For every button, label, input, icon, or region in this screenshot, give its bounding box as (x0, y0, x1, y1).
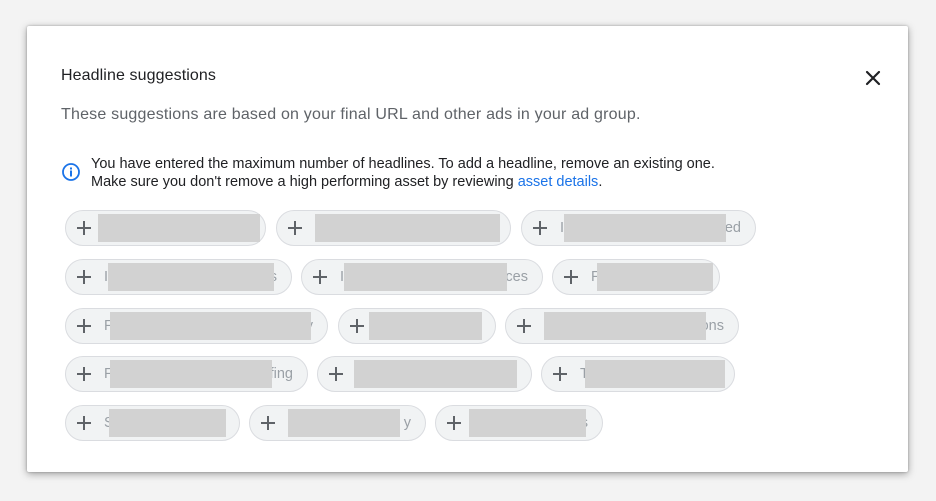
redacted-text (354, 360, 517, 388)
suggestion-chip[interactable] (65, 210, 266, 246)
suggestion-chip[interactable]: ons (505, 308, 739, 344)
info-line-2: Make sure you don't remove a high perfor… (91, 173, 715, 191)
suggestion-chip[interactable]: I s (65, 259, 292, 295)
suggestion-chip[interactable]: y (249, 405, 426, 441)
chip-text-end: fing (269, 366, 293, 382)
redacted-text (469, 409, 586, 437)
plus-icon (564, 270, 578, 284)
redacted-text (110, 360, 272, 388)
redacted-text (564, 214, 726, 242)
redacted-text (110, 312, 311, 340)
plus-icon (313, 270, 327, 284)
plus-icon (553, 367, 567, 381)
redacted-text (315, 214, 500, 242)
suggestion-chip[interactable]: T (541, 356, 735, 392)
suggestion-chip[interactable]: F y (65, 308, 328, 344)
redacted-text (585, 360, 725, 388)
plus-icon (329, 367, 343, 381)
asset-details-link[interactable]: asset details (518, 174, 599, 190)
info-icon (61, 162, 81, 182)
dialog-subtitle: These suggestions are based on your fina… (61, 106, 641, 123)
redacted-text (369, 312, 482, 340)
plus-icon (77, 367, 91, 381)
suggestion-chip[interactable]: S (65, 405, 240, 441)
redacted-text (344, 263, 507, 291)
chip-text-end: ces (505, 269, 528, 285)
redacted-text (98, 214, 260, 242)
suggestion-chip[interactable] (276, 210, 511, 246)
redacted-text (544, 312, 706, 340)
suggestion-chip[interactable]: s (435, 405, 603, 441)
chip-text-end: ed (724, 220, 741, 236)
close-icon[interactable] (863, 68, 883, 88)
suggestion-chip[interactable]: I ed (521, 210, 756, 246)
info-line-2-suffix: . (598, 174, 603, 190)
plus-icon (77, 221, 91, 235)
redacted-text (108, 263, 274, 291)
chip-text-end: y (403, 415, 411, 431)
redacted-text (109, 409, 226, 437)
plus-icon (77, 270, 91, 284)
headline-suggestions-dialog: Headline suggestions These suggestions a… (27, 26, 908, 472)
suggestion-chip[interactable]: F (552, 259, 720, 295)
dialog-title: Headline suggestions (61, 67, 216, 84)
plus-icon (447, 416, 461, 430)
plus-icon (533, 221, 547, 235)
plus-icon (77, 416, 91, 430)
info-line-1: You have entered the maximum number of h… (91, 156, 715, 172)
plus-icon (288, 221, 302, 235)
plus-icon (350, 319, 364, 333)
redacted-text (288, 409, 400, 437)
suggestion-chip[interactable]: I ces (301, 259, 543, 295)
suggestion-chip[interactable] (317, 356, 532, 392)
plus-icon (517, 319, 531, 333)
info-text: You have entered the maximum number of h… (91, 155, 715, 191)
info-line-2-text: Make sure you don't remove a high perfor… (91, 174, 518, 190)
plus-icon (261, 416, 275, 430)
plus-icon (77, 319, 91, 333)
suggestion-chip[interactable]: F fing (65, 356, 308, 392)
redacted-text (597, 263, 713, 291)
suggestion-chip[interactable] (338, 308, 496, 344)
